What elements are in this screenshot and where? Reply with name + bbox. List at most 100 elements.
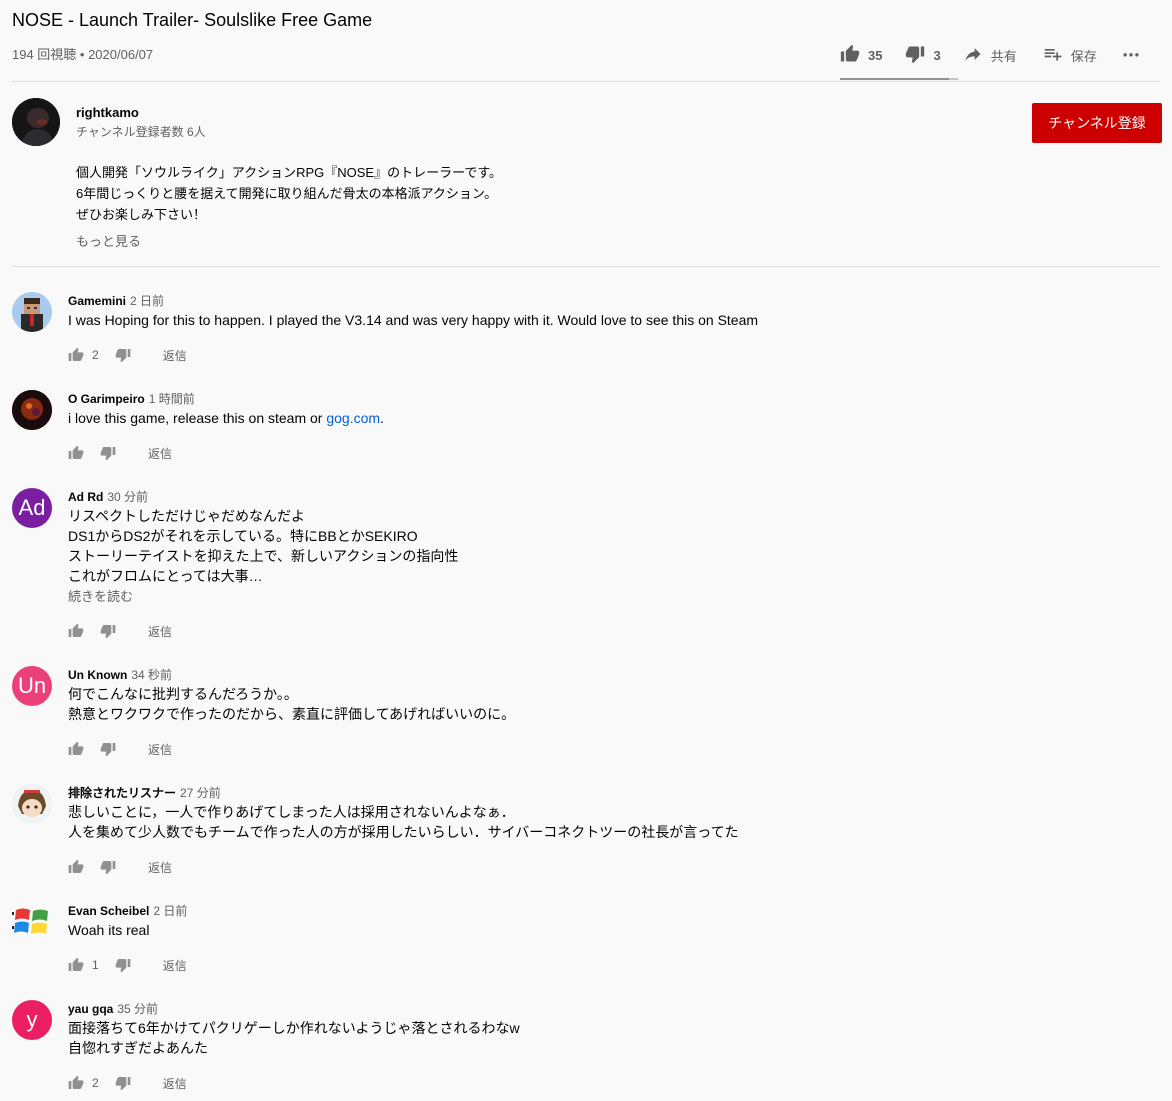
comment-like-count: 1 <box>92 958 99 972</box>
more-actions-button[interactable] <box>1121 44 1141 67</box>
avatar[interactable] <box>12 784 52 824</box>
comment-author[interactable]: Ad Rd <box>68 490 103 504</box>
dislike-count: 3 <box>933 47 941 63</box>
comment-like-button[interactable] <box>68 741 84 757</box>
comment-line: ストーリーテイストを抑えた上で、新しいアクションの指向性 <box>68 548 459 564</box>
sentiment-bar-fill <box>840 78 949 80</box>
thumbs-up-icon <box>840 44 860 67</box>
read-more-link[interactable]: 続きを読む <box>68 586 458 608</box>
comment-like-count: 2 <box>92 1076 99 1090</box>
reply-button[interactable]: 返信 <box>163 1075 187 1092</box>
reply-button[interactable]: 返信 <box>148 741 172 758</box>
avatar[interactable] <box>12 902 52 942</box>
comment-text: リスペクトしただけじゃだめなんだよ DS1からDS2がそれを示している。特にBB… <box>68 506 458 608</box>
comment-header: yau gqa 35 分前 <box>68 1000 158 1017</box>
comment-like-button[interactable] <box>68 859 84 875</box>
thumbs-down-icon <box>100 625 116 639</box>
thumbs-down-icon <box>100 447 116 461</box>
comment-like-button[interactable] <box>68 623 84 639</box>
comment-author[interactable]: yau gqa <box>68 1002 113 1016</box>
thumbs-down-icon <box>115 1077 131 1091</box>
sentiment-bar <box>840 78 958 80</box>
comment-dislike-button[interactable] <box>115 1075 131 1091</box>
comment-author[interactable]: Gamemini <box>68 294 126 308</box>
comment-dislike-button[interactable] <box>115 347 131 363</box>
comment-line: リスペクトしただけじゃだめなんだよ <box>68 508 306 524</box>
reply-button[interactable]: 返信 <box>148 623 172 640</box>
thumbs-up-icon <box>68 1075 84 1089</box>
thumbs-up-icon <box>68 957 84 971</box>
avatar-initial: Ad <box>18 495 46 520</box>
comment-time[interactable]: 27 分前 <box>180 786 221 800</box>
reply-button[interactable]: 返信 <box>163 957 187 974</box>
avatar[interactable]: Ad <box>12 488 52 528</box>
save-label: 保存 <box>1070 48 1097 64</box>
channel-avatar[interactable] <box>12 98 60 146</box>
comment-time[interactable]: 1 時間前 <box>149 392 195 406</box>
comment-line: これがフロムにとっては大事… <box>68 568 263 584</box>
avatar[interactable]: y <box>12 1000 52 1040</box>
comment-dislike-button[interactable] <box>100 859 116 875</box>
comment-line: 自惚れすぎだよあんた <box>68 1040 208 1056</box>
comment-author[interactable]: Un Known <box>68 668 127 682</box>
comment-header: O Garimpeiro 1 時間前 <box>68 390 195 407</box>
comment-line: DS1からDS2がそれを示している。特にBBとかSEKIRO <box>68 528 418 544</box>
thumbs-down-icon <box>100 743 116 757</box>
save-button[interactable]: 保存 <box>1043 44 1097 67</box>
comment-like-button[interactable] <box>68 957 84 973</box>
comment-text: Woah its real <box>68 920 149 940</box>
share-button[interactable]: 共有 <box>963 44 1017 67</box>
comment-time[interactable]: 2 日前 <box>130 294 164 308</box>
comment-text: 悲しいことに，一人で作りあげてしまった人は採用されないんよなぁ． 人を集めて少人… <box>68 802 739 842</box>
comment-author[interactable]: O Garimpeiro <box>68 392 145 406</box>
show-more-link[interactable]: もっと見る <box>76 231 141 250</box>
avatar[interactable]: Un <box>12 666 52 706</box>
comment-text: 面接落ちて6年かけてパクリゲーしか作れないようじゃ落とされるわなw 自惚れすぎだ… <box>68 1018 520 1058</box>
comment-dislike-button[interactable] <box>100 445 116 461</box>
comment-dislike-button[interactable] <box>100 741 116 757</box>
comment-author[interactable]: Evan Scheibel <box>68 904 149 918</box>
comment-line: i love this game, release this on steam … <box>68 410 327 426</box>
comment-line: I was Hoping for this to happen. I playe… <box>68 312 759 328</box>
video-title: NOSE - Launch Trailer- Soulslike Free Ga… <box>12 10 373 30</box>
comment-line-end: . <box>380 410 384 426</box>
comment-dislike-button[interactable] <box>100 623 116 639</box>
comment-text: i love this game, release this on steam … <box>68 408 384 428</box>
reply-button[interactable]: 返信 <box>148 445 172 462</box>
avatar-initial: Un <box>17 673 47 698</box>
thumbs-up-icon <box>68 741 84 755</box>
comment-like-button[interactable] <box>68 1075 84 1091</box>
reply-button[interactable]: 返信 <box>148 859 172 876</box>
comment-text: 何でこんなに批判するんだろうか。。 熱意とワクワクで作ったのだから、素直に評価し… <box>68 684 515 724</box>
divider <box>12 81 1160 82</box>
avatar[interactable] <box>12 390 52 430</box>
playlist-add-icon <box>1043 44 1063 67</box>
comment-toolbar: 2 返信 <box>68 345 187 365</box>
comment-toolbar: 返信 <box>68 739 172 759</box>
comment-author[interactable]: 排除されたリスナー <box>68 786 176 800</box>
comment-header: Un Known 34 秒前 <box>68 666 172 683</box>
like-button[interactable]: 35 <box>840 44 882 67</box>
comment-time[interactable]: 30 分前 <box>107 490 148 504</box>
channel-subscriber-count: チャンネル登録者数 6人 <box>76 125 206 139</box>
description-line: 6年間じっくりと腰を据えて開発に取り組んだ骨太の本格派アクション。 <box>76 186 498 201</box>
comment-line: 人を集めて少人数でもチームで作った人の方が採用したいらしい．サイバーコネクトツー… <box>68 824 739 840</box>
subscribe-button[interactable]: チャンネル登録 <box>1032 103 1162 143</box>
comment-like-button[interactable] <box>68 347 84 363</box>
comment-toolbar: 2 返信 <box>68 1073 187 1093</box>
comment-time[interactable]: 34 秒前 <box>131 668 172 682</box>
comment-dislike-button[interactable] <box>115 957 131 973</box>
comment-link[interactable]: gog.com <box>326 410 380 426</box>
video-description: 個人開発「ソウルライク」アクションRPG『NOSE』のトレーラーです。 6年間じ… <box>76 162 502 225</box>
channel-name[interactable]: rightkamo <box>76 105 139 120</box>
dislike-button[interactable]: 3 <box>905 44 941 67</box>
avatar[interactable] <box>12 292 52 332</box>
reply-button[interactable]: 返信 <box>163 347 187 364</box>
thumbs-down-icon <box>100 861 116 875</box>
comment-toolbar: 返信 <box>68 857 172 877</box>
comment-time[interactable]: 2 日前 <box>153 904 187 918</box>
comment-time[interactable]: 35 分前 <box>117 1002 158 1016</box>
comment-like-button[interactable] <box>68 445 84 461</box>
comment-line: 熱意とワクワクで作ったのだから、素直に評価してあげればいいのに。 <box>68 706 516 722</box>
comment-header: 排除されたリスナー 27 分前 <box>68 784 221 801</box>
